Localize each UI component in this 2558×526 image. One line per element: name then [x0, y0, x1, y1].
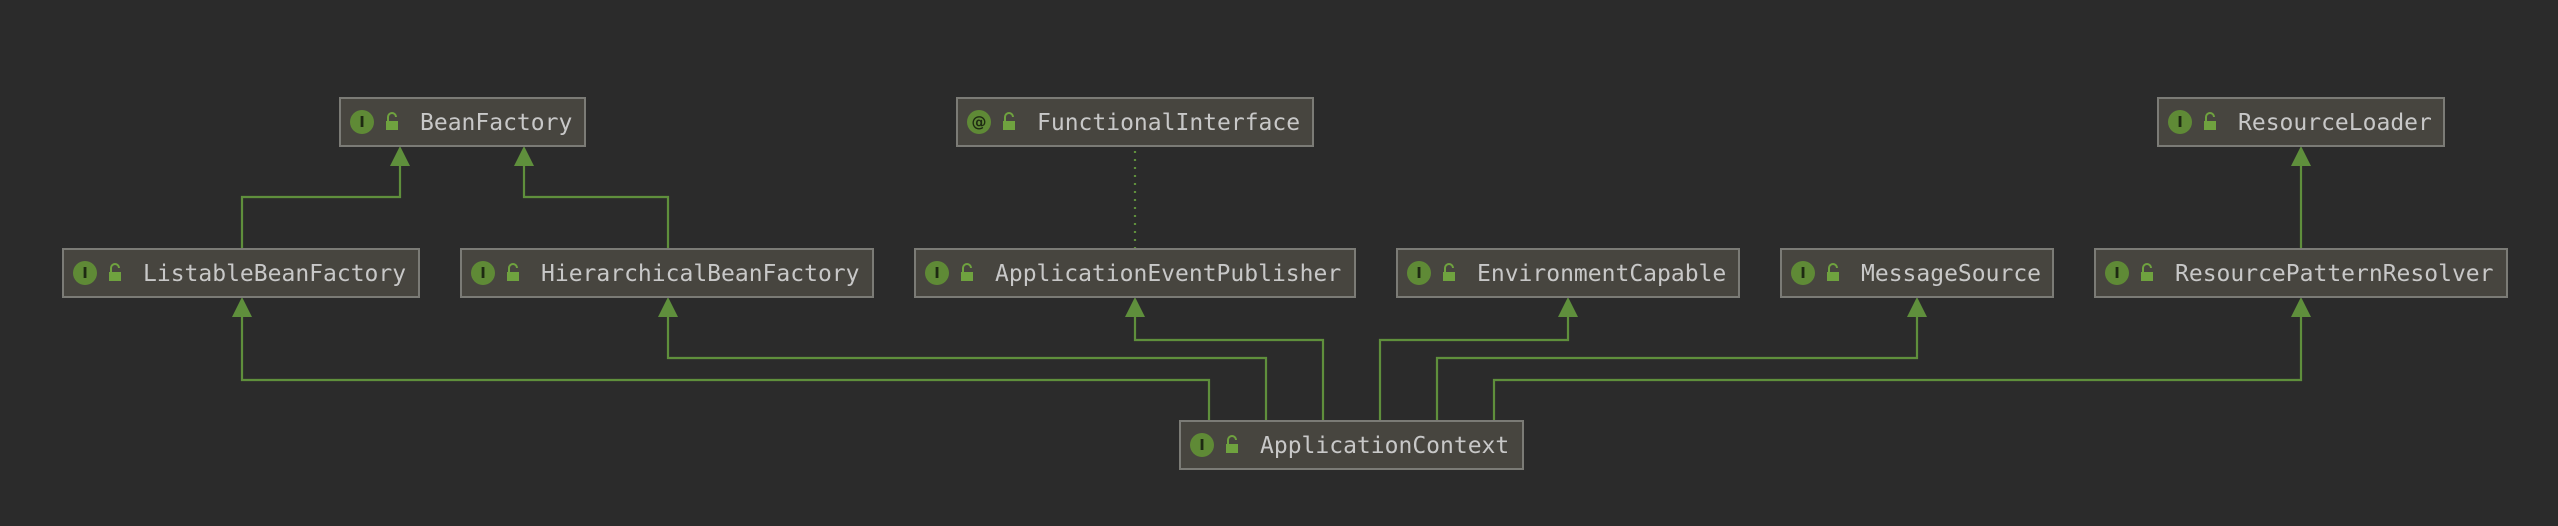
node-listable-bean-factory[interactable]: I ListableBeanFactory	[62, 248, 420, 298]
inheritance-arrowhead	[232, 297, 252, 317]
edge-line	[1435, 315, 1919, 421]
svg-text:I: I	[1199, 436, 1205, 454]
node-label: FunctionalInterface	[1037, 110, 1300, 136]
node-label: ResourcePatternResolver	[2175, 261, 2494, 287]
inheritance-arrowhead	[2291, 146, 2311, 166]
interface-type-icon: I	[1407, 261, 1431, 285]
edge-hierarchical-bean-factory-to-bean-factory	[514, 146, 670, 249]
node-message-source[interactable]: I MessageSource	[1780, 248, 2054, 298]
node-label: BeanFactory	[420, 110, 572, 136]
interface-type-icon: I	[2105, 261, 2129, 285]
node-label: ApplicationEventPublisher	[995, 261, 1341, 287]
node-functional-interface[interactable]: @ FunctionalInterface	[956, 97, 1314, 147]
interface-type-icon: I	[1791, 261, 1815, 285]
svg-text:I: I	[1416, 264, 1422, 282]
inheritance-arrowhead	[1125, 297, 1145, 317]
svg-text:I: I	[934, 264, 940, 282]
svg-text:@: @	[972, 113, 987, 131]
svg-text:I: I	[359, 113, 365, 131]
svg-text:I: I	[2177, 113, 2183, 131]
interface-type-icon: I	[2168, 110, 2192, 134]
node-label: ApplicationContext	[1260, 433, 1509, 459]
edge-line	[240, 164, 402, 249]
inheritance-arrowhead	[1907, 297, 1927, 317]
svg-text:I: I	[1800, 264, 1806, 282]
node-resource-pattern-resolver[interactable]: I ResourcePatternResolver	[2094, 248, 2508, 298]
edge-line	[1133, 315, 1325, 421]
node-bean-factory[interactable]: I BeanFactory	[339, 97, 586, 147]
node-label: MessageSource	[1861, 261, 2041, 287]
inheritance-arrowhead	[658, 297, 678, 317]
inheritance-arrowhead	[390, 146, 410, 166]
edge-application-context-to-message-source	[1435, 297, 1927, 421]
node-application-context[interactable]: I ApplicationContext	[1179, 420, 1524, 470]
svg-text:I: I	[480, 264, 486, 282]
interface-type-icon: I	[73, 261, 97, 285]
node-hierarchical-bean-factory[interactable]: I HierarchicalBeanFactory	[460, 248, 874, 298]
annotation-type-icon: @	[967, 110, 991, 134]
node-label: ListableBeanFactory	[143, 261, 406, 287]
edge-application-context-to-hierarchical-bean-factory	[658, 297, 1268, 421]
node-label: ResourceLoader	[2238, 110, 2432, 136]
svg-text:I: I	[82, 264, 88, 282]
node-application-event-publisher[interactable]: I ApplicationEventPublisher	[914, 248, 1356, 298]
interface-type-icon: I	[925, 261, 949, 285]
node-environment-capable[interactable]: I EnvironmentCapable	[1396, 248, 1740, 298]
inheritance-arrowhead	[1558, 297, 1578, 317]
nodes-layer: I BeanFactory @ FunctionalInterface I Resourc…	[62, 97, 2508, 470]
interface-type-icon: I	[350, 110, 374, 134]
edge-line	[240, 315, 1211, 421]
node-label: HierarchicalBeanFactory	[541, 261, 860, 287]
node-resource-loader[interactable]: I ResourceLoader	[2157, 97, 2445, 147]
edge-resource-pattern-resolver-to-resource-loader	[2291, 146, 2311, 249]
edge-listable-bean-factory-to-bean-factory	[240, 146, 410, 249]
inheritance-arrowhead	[2291, 297, 2311, 317]
inheritance-arrowhead	[514, 146, 534, 166]
edge-line	[1492, 315, 2303, 421]
edge-line	[666, 315, 1268, 421]
interface-type-icon: I	[471, 261, 495, 285]
interface-type-icon: I	[1190, 433, 1214, 457]
edge-line	[522, 164, 670, 249]
svg-text:I: I	[2114, 264, 2120, 282]
node-label: EnvironmentCapable	[1477, 261, 1726, 287]
edge-line	[1378, 315, 1570, 421]
uml-class-diagram: I BeanFactory @ FunctionalInterface I Resourc…	[62, 97, 2508, 470]
